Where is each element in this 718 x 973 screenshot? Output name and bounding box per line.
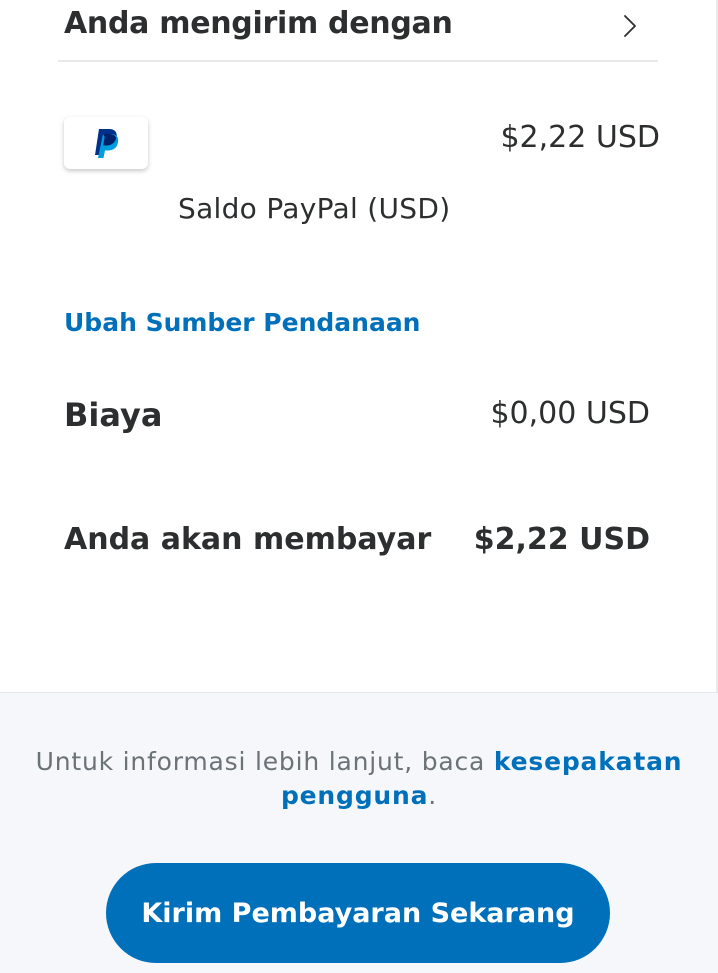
send-with-row[interactable]: Anda mengirim dengan: [58, 0, 658, 62]
send-payment-button[interactable]: Kirim Pembayaran Sekarang: [106, 863, 610, 963]
change-funding-source-link[interactable]: Ubah Sumber Pendanaan: [64, 308, 420, 337]
funding-source-name: Saldo PayPal (USD): [178, 192, 451, 225]
info-text: Untuk informasi lebih lanjut, baca: [35, 747, 494, 776]
info-text-end: .: [428, 781, 438, 810]
fee-label: Biaya: [64, 396, 163, 434]
user-agreement-info: Untuk informasi lebih lanjut, baca kesep…: [30, 745, 688, 813]
fee-amount: $0,00 USD: [490, 396, 650, 431]
chevron-right-icon: [624, 15, 636, 37]
paypal-logo-icon: [64, 117, 148, 169]
footer-panel: Untuk informasi lebih lanjut, baca kesep…: [0, 692, 718, 973]
payment-review-panel: Anda mengirim dengan $2,22 USD Saldo Pay…: [0, 0, 718, 692]
total-amount: $2,22 USD: [473, 522, 650, 557]
send-with-title: Anda mengirim dengan: [64, 6, 453, 41]
total-label: Anda akan membayar: [64, 522, 432, 557]
funding-source-amount: $2,22 USD: [500, 120, 660, 155]
